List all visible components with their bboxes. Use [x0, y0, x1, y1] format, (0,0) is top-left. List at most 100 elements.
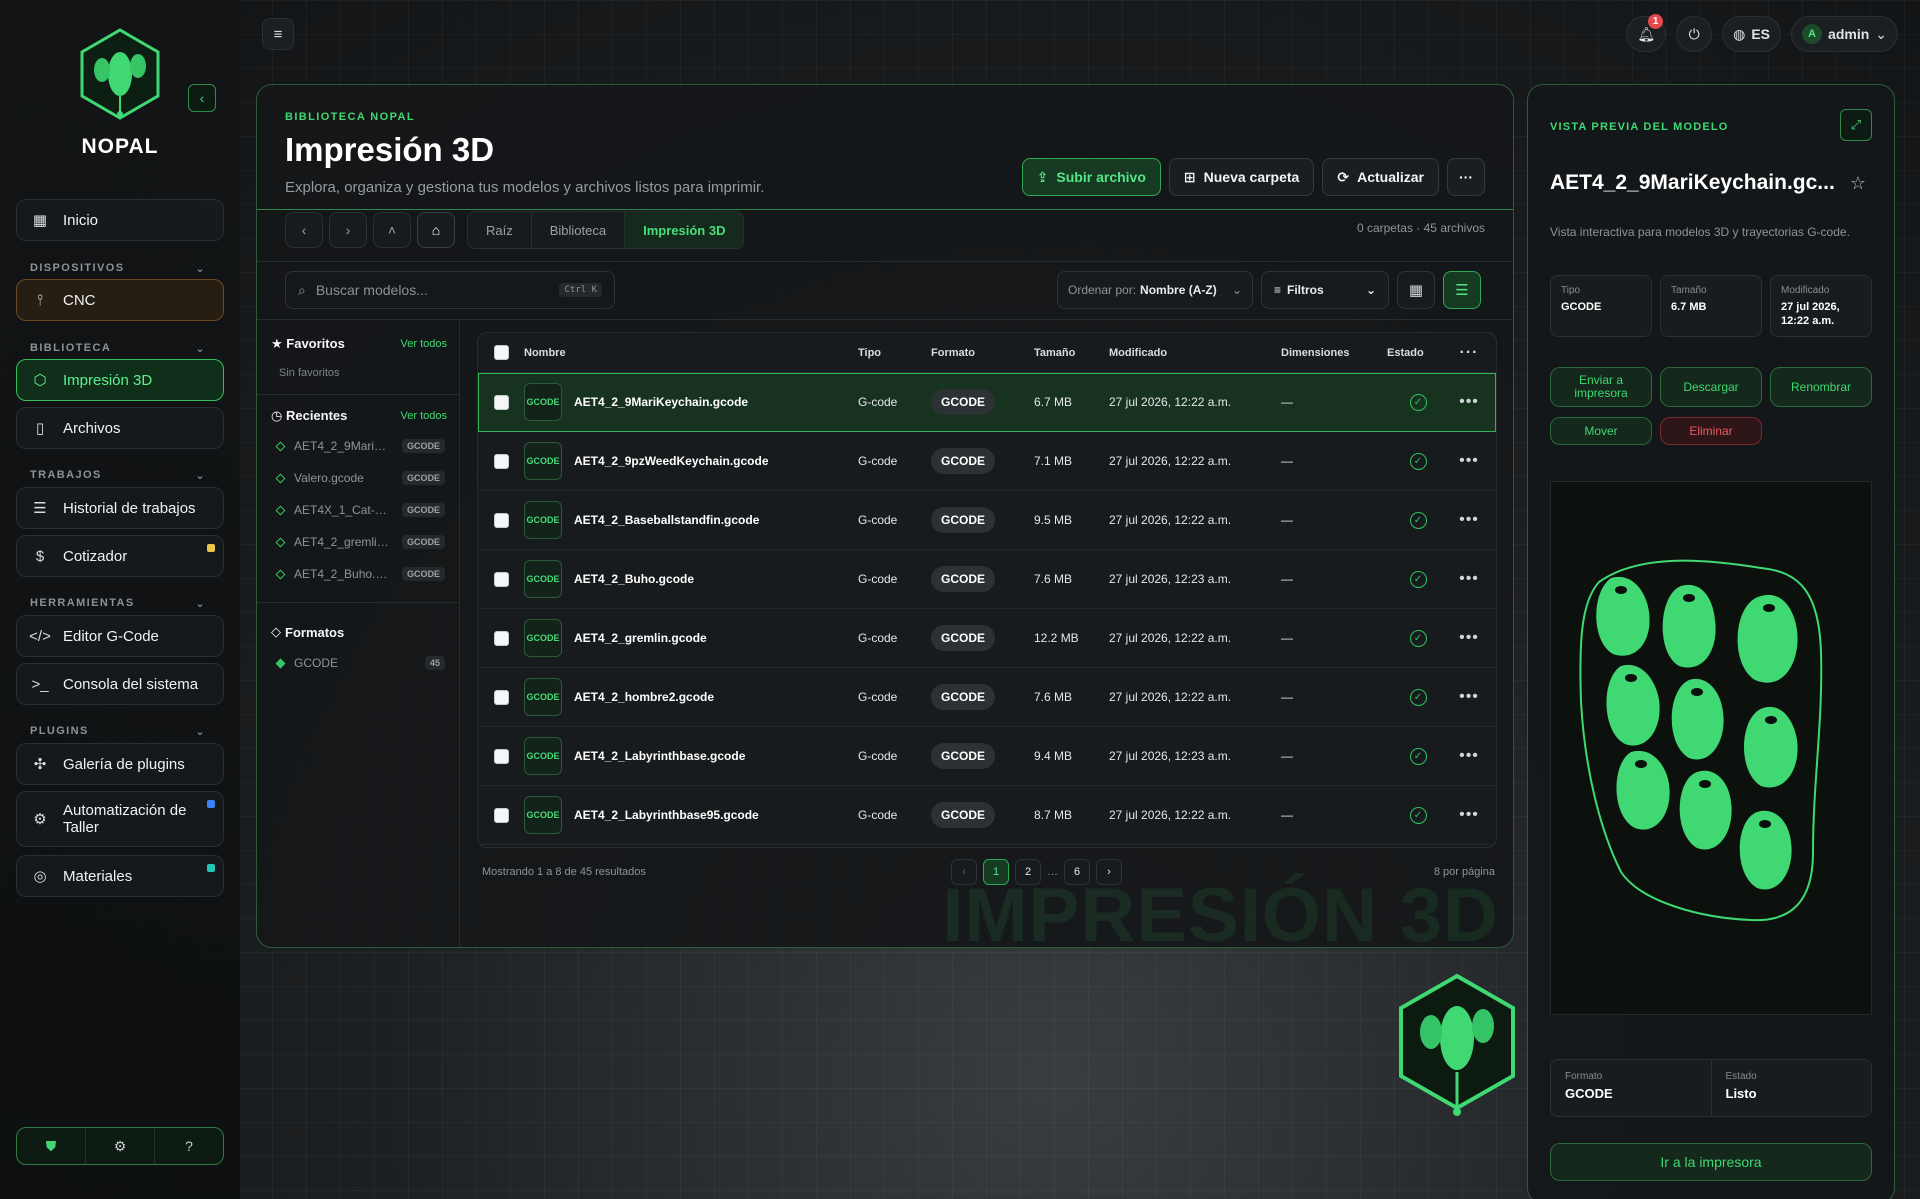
row-actions-button[interactable]: •••: [1449, 511, 1489, 529]
row-checkbox[interactable]: [493, 748, 509, 764]
section-trabajos[interactable]: TRABAJOS ⌄: [30, 469, 206, 482]
up-button[interactable]: ˄: [373, 212, 411, 248]
row-checkbox[interactable]: [493, 807, 509, 823]
column-type[interactable]: Tipo: [858, 347, 931, 359]
go-to-printer-button[interactable]: Ir a la impresora: [1550, 1143, 1872, 1181]
row-checkbox[interactable]: [493, 394, 509, 410]
file-dimensions: —: [1281, 513, 1293, 527]
sidebar-item-editor-gcode[interactable]: </> Editor G-Code: [16, 615, 224, 657]
back-button[interactable]: ‹: [285, 212, 323, 248]
select-all-checkbox[interactable]: [493, 345, 509, 360]
delete-button[interactable]: Eliminar: [1660, 417, 1762, 445]
favorites-see-all-link[interactable]: Ver todos: [401, 338, 447, 350]
upload-button[interactable]: ⇪ Subir archivo: [1021, 158, 1161, 196]
grid-view-button[interactable]: ▦: [1397, 271, 1435, 309]
breadcrumb-item-current[interactable]: Impresión 3D: [625, 212, 744, 248]
sidebar-item-historial[interactable]: ☰ Historial de trabajos: [16, 487, 224, 529]
row-checkbox[interactable]: [493, 689, 509, 705]
file-modified: 27 jul 2026, 12:22 a.m.: [1109, 395, 1232, 409]
row-checkbox[interactable]: [493, 512, 509, 528]
chevron-down-icon: ⌄: [195, 343, 206, 355]
sidebar-item-consola[interactable]: >_ Consola del sistema: [16, 663, 224, 705]
section-biblioteca[interactable]: BIBLIOTECA ⌄: [30, 342, 206, 355]
file-size: 7.6 MB: [1034, 572, 1073, 586]
notifications-button[interactable]: 🔔︎ 1: [1626, 14, 1667, 52]
format-filter-item[interactable]: GCODE 45: [275, 656, 445, 670]
sidebar-item-inicio[interactable]: ▦ Inicio: [16, 199, 224, 241]
column-options-button[interactable]: ···: [1449, 344, 1489, 362]
row-actions-button[interactable]: •••: [1449, 570, 1489, 588]
recent-item[interactable]: AET4X_1_Cat-Keychain.gcode GCODE: [275, 503, 445, 517]
send-to-printer-button[interactable]: Enviar a impresora: [1550, 367, 1652, 407]
home-button[interactable]: ⌂: [417, 212, 455, 248]
column-format[interactable]: Formato: [931, 347, 1034, 359]
row-checkbox[interactable]: [493, 630, 509, 646]
column-size[interactable]: Tamaño: [1034, 347, 1109, 359]
table-row[interactable]: GCODE AET4_2_Buho.gcode G-code GCODE 7.6…: [478, 550, 1496, 609]
column-name[interactable]: Nombre: [524, 347, 858, 359]
row-actions-button[interactable]: •••: [1449, 806, 1489, 824]
sidebar-item-impresion-3d[interactable]: ⬡ Impresión 3D: [16, 359, 224, 401]
recent-item[interactable]: AET4_2_9MariKeychain.gcode GCODE: [275, 439, 445, 453]
sidebar-item-galeria[interactable]: ✣ Galería de plugins: [16, 743, 224, 785]
sidebar-item-automatizacion[interactable]: ⚙ Automatización de Taller: [16, 791, 224, 847]
row-actions-button[interactable]: •••: [1449, 688, 1489, 706]
section-herramientas[interactable]: HERRAMIENTAS ⌄: [30, 597, 206, 610]
help-button[interactable]: ?: [155, 1128, 223, 1164]
settings-button[interactable]: ⚙: [86, 1128, 155, 1164]
filters-button[interactable]: ≡ Filtros ⌄: [1261, 271, 1389, 309]
row-checkbox[interactable]: [493, 453, 509, 469]
sidebar-item-cotizador[interactable]: $ Cotizador: [16, 535, 224, 577]
section-plugins[interactable]: PLUGINS ⌄: [30, 725, 206, 738]
favorite-button[interactable]: ☆: [1850, 173, 1866, 194]
power-button[interactable]: ⏻: [1676, 16, 1713, 52]
table-row[interactable]: GCODE AET4_2_Labyrinthbase95.gcode G-cod…: [478, 786, 1496, 845]
row-actions-button[interactable]: •••: [1449, 747, 1489, 765]
more-horizontal-icon: •••: [1459, 393, 1479, 410]
row-actions-button[interactable]: •••: [1449, 629, 1489, 647]
recent-item[interactable]: AET4_2_Buho.gcode GCODE: [275, 567, 445, 581]
recent-item[interactable]: Valero.gcode GCODE: [275, 471, 445, 485]
brand-logo[interactable]: NOPAL: [60, 26, 180, 159]
table-row[interactable]: GCODE AET4_2_Baseballstandfin.gcode G-co…: [478, 491, 1496, 550]
language-button[interactable]: ◍ ES: [1722, 16, 1782, 52]
recent-see-all-link[interactable]: Ver todos: [401, 410, 447, 422]
list-view-button[interactable]: ☰: [1443, 271, 1481, 309]
sidebar-item-cnc[interactable]: ⫯ CNC: [16, 279, 224, 321]
model-viewer[interactable]: [1550, 481, 1872, 1015]
expand-preview-button[interactable]: ⤢: [1840, 109, 1872, 141]
table-row[interactable]: GCODE AET4_2_9pzWeedKeychain.gcode G-cod…: [478, 432, 1496, 491]
forward-button[interactable]: ›: [329, 212, 367, 248]
grid-icon: ▦: [1408, 282, 1424, 299]
table-row[interactable]: GCODE AET4_2_hombre2.gcode G-code GCODE …: [478, 668, 1496, 727]
section-dispositivos[interactable]: DISPOSITIVOS ⌄: [30, 262, 206, 275]
breadcrumb-item[interactable]: Raíz: [468, 212, 532, 248]
row-actions-button[interactable]: •••: [1449, 452, 1489, 470]
column-status[interactable]: Estado: [1387, 347, 1449, 359]
row-checkbox[interactable]: [493, 571, 509, 587]
move-button[interactable]: Mover: [1550, 417, 1652, 445]
recent-item[interactable]: AET4_2_gremlin.gcode GCODE: [275, 535, 445, 549]
breadcrumb-item[interactable]: Biblioteca: [531, 212, 626, 248]
table-row[interactable]: GCODE AET4_2_9MariKeychain.gcode G-code …: [478, 373, 1496, 432]
collapse-sidebar-button[interactable]: ‹: [188, 84, 216, 112]
more-actions-button[interactable]: ···: [1447, 158, 1485, 196]
sidebar-item-materiales[interactable]: ◎ Materiales: [16, 855, 224, 897]
sort-select[interactable]: Ordenar por: Nombre (A-Z) ⌄: [1057, 271, 1253, 309]
table-row[interactable]: GCODE AET4_2_Labyrinthbase.gcode G-code …: [478, 727, 1496, 786]
preview-info: Formato GCODE Estado Listo: [1550, 1059, 1872, 1117]
user-menu-button[interactable]: A admin ⌄: [1791, 16, 1898, 52]
rename-button[interactable]: Renombrar: [1770, 367, 1872, 407]
download-button[interactable]: Descargar: [1660, 367, 1762, 407]
column-modified[interactable]: Modificado: [1109, 347, 1281, 359]
row-actions-button[interactable]: •••: [1449, 393, 1489, 411]
search-input[interactable]: ⌕ Buscar modelos... Ctrl K: [285, 271, 615, 309]
username: admin: [1828, 26, 1870, 42]
table-row[interactable]: GCODE AET4_2_gremlin.gcode G-code GCODE …: [478, 609, 1496, 668]
status-button[interactable]: ⛊: [17, 1128, 86, 1164]
sidebar-item-archivos[interactable]: ▯ Archivos: [16, 407, 224, 449]
refresh-button[interactable]: ⟳ Actualizar: [1322, 158, 1439, 196]
new-folder-button[interactable]: ⊞ Nueva carpeta: [1168, 158, 1315, 196]
menu-button[interactable]: ≡: [262, 18, 294, 50]
column-dimensions[interactable]: Dimensiones: [1281, 347, 1387, 359]
